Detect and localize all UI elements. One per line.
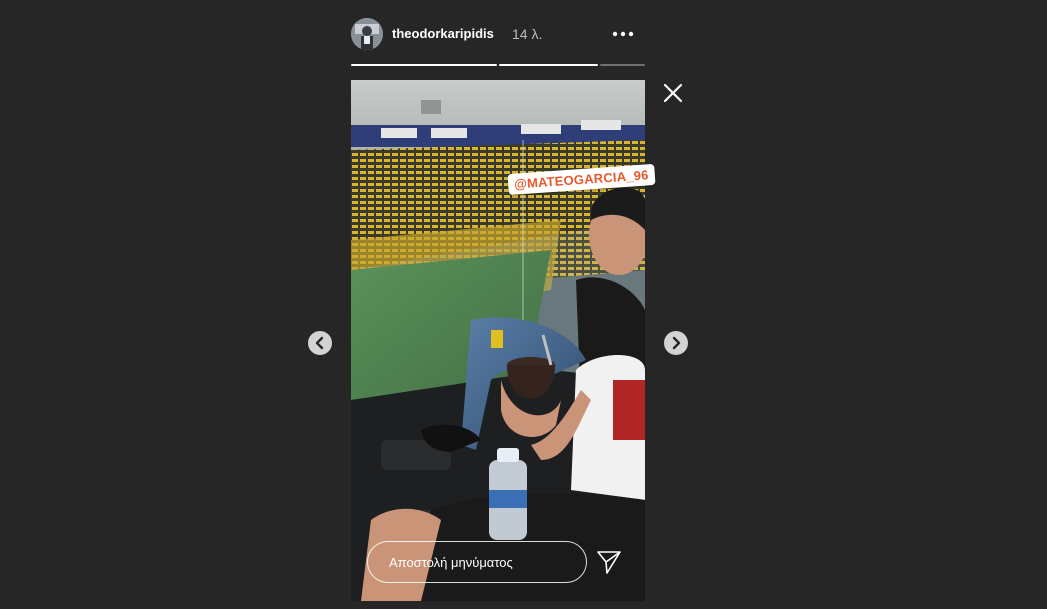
story-header: theodorkaripidis 14 λ. bbox=[351, 18, 645, 50]
avatar[interactable] bbox=[351, 18, 383, 50]
chevron-left-icon bbox=[315, 336, 324, 350]
previous-story-button[interactable] bbox=[308, 331, 332, 355]
progress-segment bbox=[351, 64, 497, 66]
username-link[interactable]: theodorkaripidis bbox=[392, 26, 494, 42]
more-options-button[interactable] bbox=[609, 24, 641, 44]
chevron-right-icon bbox=[672, 336, 681, 350]
close-button[interactable] bbox=[661, 81, 685, 105]
story-media[interactable] bbox=[351, 80, 645, 601]
story-photo bbox=[351, 80, 645, 601]
close-icon bbox=[663, 83, 683, 103]
story-progress bbox=[351, 64, 645, 67]
paper-plane-icon bbox=[597, 551, 621, 574]
reply-input[interactable] bbox=[367, 541, 587, 583]
send-button[interactable] bbox=[596, 549, 622, 575]
avatar-image bbox=[351, 18, 383, 50]
progress-segment bbox=[499, 64, 598, 66]
progress-segment bbox=[600, 64, 645, 66]
story-timestamp: 14 λ. bbox=[512, 26, 543, 42]
more-options-icon bbox=[612, 31, 634, 37]
next-story-button[interactable] bbox=[664, 331, 688, 355]
story-viewer: theodorkaripidis 14 λ. @MATEOGARCIA_96 Α… bbox=[0, 0, 1047, 609]
